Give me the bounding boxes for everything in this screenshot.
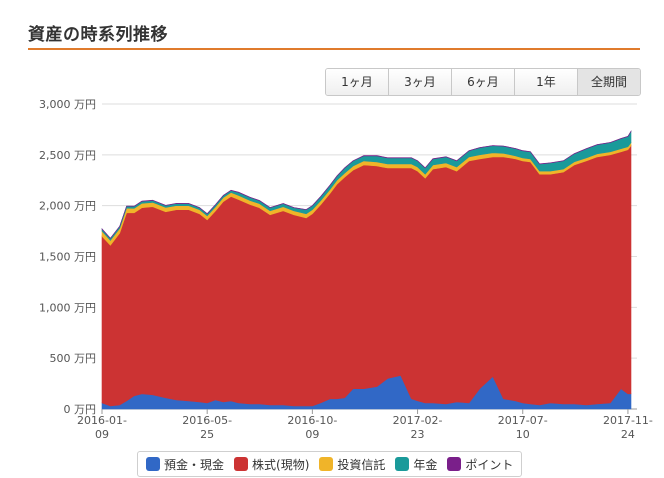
x-tick-label-date: 2017-07- (498, 414, 548, 427)
legend-label: 投資信託 (337, 457, 386, 472)
page-title: 資産の時系列推移 (28, 25, 168, 45)
y-tick-label: 1,500 万円 (39, 251, 96, 264)
legend-label: 株式(現物) (252, 457, 310, 472)
area-series-1 (101, 144, 632, 407)
legend-item[interactable]: 年金 (395, 456, 437, 473)
title-divider (28, 48, 640, 50)
x-tick-label-date: 2016-05- (182, 414, 232, 427)
y-tick-label: 2,000 万円 (39, 200, 96, 213)
legend-item[interactable]: ポイント (447, 456, 513, 473)
x-tick-label-day: 10 (516, 428, 530, 441)
area-layer (101, 130, 632, 410)
x-axis: 2016-01-092016-05-252016-10-092017-02-23… (77, 409, 653, 441)
x-tick-label-day: 09 (305, 428, 319, 441)
x-tick-label-day: 24 (621, 428, 635, 441)
chart-legend: 預金・現金 株式(現物) 投資信託 年金 ポイント (137, 451, 523, 477)
y-tick-label: 1,000 万円 (39, 301, 96, 314)
y-axis: 0 万円500 万円1,000 万円1,500 万円2,000 万円2,500 … (39, 98, 96, 416)
legend-swatch (146, 457, 160, 471)
x-tick-label-day: 25 (200, 428, 214, 441)
x-tick-label-day: 23 (411, 428, 425, 441)
y-tick-label: 2,500 万円 (39, 149, 96, 162)
legend-swatch (234, 457, 249, 471)
y-tick-label: 3,000 万円 (39, 98, 96, 111)
asset-area-chart: 0 万円500 万円1,000 万円1,500 万円2,000 万円2,500 … (39, 98, 653, 441)
legend-swatch (395, 457, 410, 471)
legend-label: 年金 (413, 457, 438, 472)
legend-item[interactable]: 預金・現金 (146, 456, 224, 473)
legend-item[interactable]: 株式(現物) (234, 456, 309, 473)
x-tick-label-date: 2017-02- (393, 414, 443, 427)
legend-label: ポイント (465, 457, 514, 472)
x-tick-label-date: 2017-11- (603, 414, 653, 427)
x-tick-label-date: 2016-10- (287, 414, 337, 427)
legend-label: 預金・現金 (164, 457, 225, 472)
legend-swatch (319, 457, 334, 471)
legend-item[interactable]: 投資信託 (319, 456, 385, 473)
legend-swatch (447, 457, 462, 471)
y-tick-label: 500 万円 (50, 352, 97, 365)
x-tick-label-date: 2016-01- (77, 414, 127, 427)
x-tick-label-day: 09 (95, 428, 109, 441)
